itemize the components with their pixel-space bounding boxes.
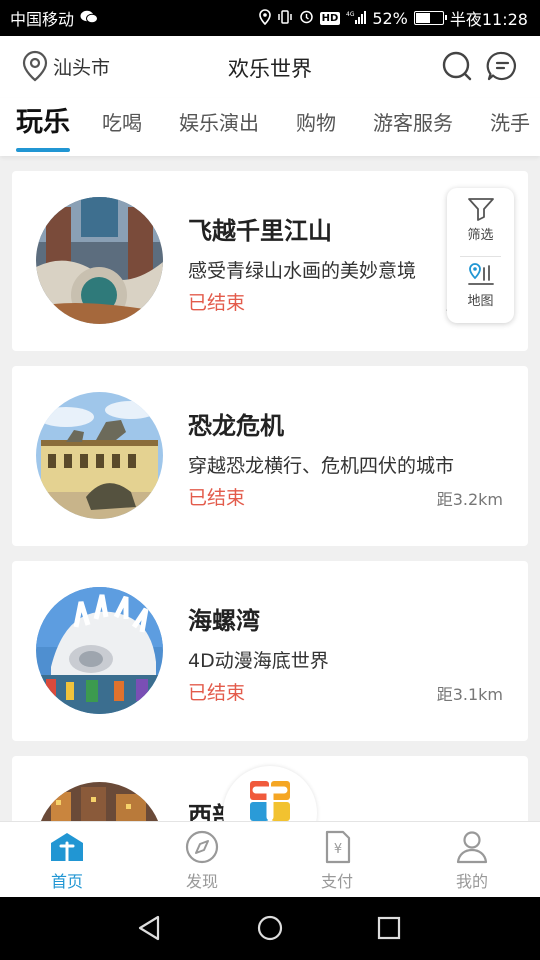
attraction-description: 穿越恐龙横行、危机四伏的城市 bbox=[188, 455, 455, 477]
nav-profile-label: 我的 bbox=[455, 872, 488, 891]
attraction-photo bbox=[36, 197, 163, 324]
search-button[interactable] bbox=[441, 50, 473, 82]
user-icon bbox=[456, 831, 488, 864]
alarm-icon bbox=[299, 9, 314, 27]
message-button[interactable] bbox=[486, 50, 518, 82]
category-tabs: 玩乐 吃喝 娱乐演出 购物 游客服务 洗手 bbox=[0, 98, 540, 156]
attraction-card[interactable]: 恐龙危机 穿越恐龙横行、危机四伏的城市 已结束 距3.2km bbox=[12, 366, 528, 546]
app-logo-icon bbox=[250, 781, 290, 821]
hd-icon: HD bbox=[319, 11, 341, 25]
tab-restroom[interactable]: 洗手 bbox=[490, 98, 530, 156]
recents-button[interactable] bbox=[376, 915, 402, 945]
back-button[interactable] bbox=[136, 914, 162, 946]
panel-divider bbox=[460, 256, 501, 257]
top-header: 汕头市 欢乐世界 bbox=[0, 36, 540, 98]
svg-text:¥: ¥ bbox=[334, 842, 342, 857]
search-icon bbox=[442, 51, 472, 81]
svg-text:4G: 4G bbox=[346, 11, 355, 18]
attraction-distance: 距3.1km bbox=[436, 685, 503, 704]
attraction-name: 恐龙危机 bbox=[188, 412, 284, 440]
attraction-status: 已结束 bbox=[188, 682, 246, 704]
home-icon bbox=[51, 833, 83, 863]
tab-shows[interactable]: 娱乐演出 bbox=[179, 98, 259, 156]
attraction-description: 4D动漫海底世界 bbox=[188, 650, 329, 672]
bottom-navigation: 首页 发现 ¥ 支付 我的 bbox=[0, 821, 540, 897]
vibrate-icon bbox=[277, 9, 293, 27]
attraction-name: 海螺湾 bbox=[188, 607, 260, 635]
filter-icon bbox=[467, 198, 494, 221]
tab-visitor-services[interactable]: 游客服务 bbox=[373, 98, 453, 156]
filter-label: 筛选 bbox=[467, 228, 494, 243]
tab-food[interactable]: 吃喝 bbox=[102, 98, 142, 156]
map-label: 地图 bbox=[467, 294, 494, 309]
nav-profile[interactable]: 我的 bbox=[422, 830, 522, 892]
recents-square-icon bbox=[377, 916, 401, 940]
filter-button[interactable]: 筛选 bbox=[447, 196, 514, 243]
nav-pay[interactable]: ¥ 支付 bbox=[287, 830, 387, 892]
battery-icon bbox=[413, 11, 447, 25]
battery-percent: 52% bbox=[372, 8, 408, 28]
compass-icon bbox=[185, 830, 219, 864]
signal-icon: 4G bbox=[346, 10, 367, 27]
clock: 半夜11:28 bbox=[449, 10, 528, 29]
tab-play[interactable]: 玩乐 bbox=[16, 98, 70, 156]
nav-home[interactable]: 首页 bbox=[17, 830, 117, 892]
nav-home-label: 首页 bbox=[50, 872, 83, 891]
tab-shopping[interactable]: 购物 bbox=[296, 98, 336, 156]
home-system-button[interactable] bbox=[256, 914, 284, 946]
location-pin-icon bbox=[258, 8, 271, 28]
map-icon bbox=[467, 263, 494, 285]
back-triangle-icon bbox=[138, 915, 160, 941]
map-button[interactable]: 地图 bbox=[447, 262, 514, 309]
attraction-status: 已结束 bbox=[188, 292, 246, 314]
home-circle-icon bbox=[257, 915, 283, 941]
attraction-description: 感受青绿山水画的美妙意境 bbox=[188, 260, 417, 282]
nav-pay-label: 支付 bbox=[320, 872, 353, 891]
attraction-card[interactable]: 海螺湾 4D动漫海底世界 已结束 距3.1km bbox=[12, 561, 528, 741]
attraction-photo bbox=[36, 587, 163, 714]
attraction-name: 飞越千里江山 bbox=[188, 217, 332, 245]
chat-bubble-icon bbox=[486, 51, 516, 81]
system-navigation-bar bbox=[0, 897, 540, 960]
nav-discover-label: 发现 bbox=[185, 872, 218, 891]
wechat-icon bbox=[80, 10, 99, 27]
attraction-status: 已结束 bbox=[188, 487, 246, 509]
nav-discover[interactable]: 发现 bbox=[152, 830, 252, 892]
app-screen: 中国移动 HD 4G 52% 半夜11:28 汕头市 欢乐世界 玩乐 吃喝 娱乐… bbox=[0, 0, 540, 960]
status-bar: 中国移动 HD 4G 52% 半夜11:28 bbox=[0, 0, 540, 36]
carrier-label: 中国移动 bbox=[10, 10, 75, 29]
attraction-photo bbox=[36, 392, 163, 519]
attraction-distance: 距3.2km bbox=[436, 490, 503, 509]
wallet-icon: ¥ bbox=[325, 830, 351, 864]
floating-tools-panel: 筛选 地图 bbox=[447, 188, 514, 323]
